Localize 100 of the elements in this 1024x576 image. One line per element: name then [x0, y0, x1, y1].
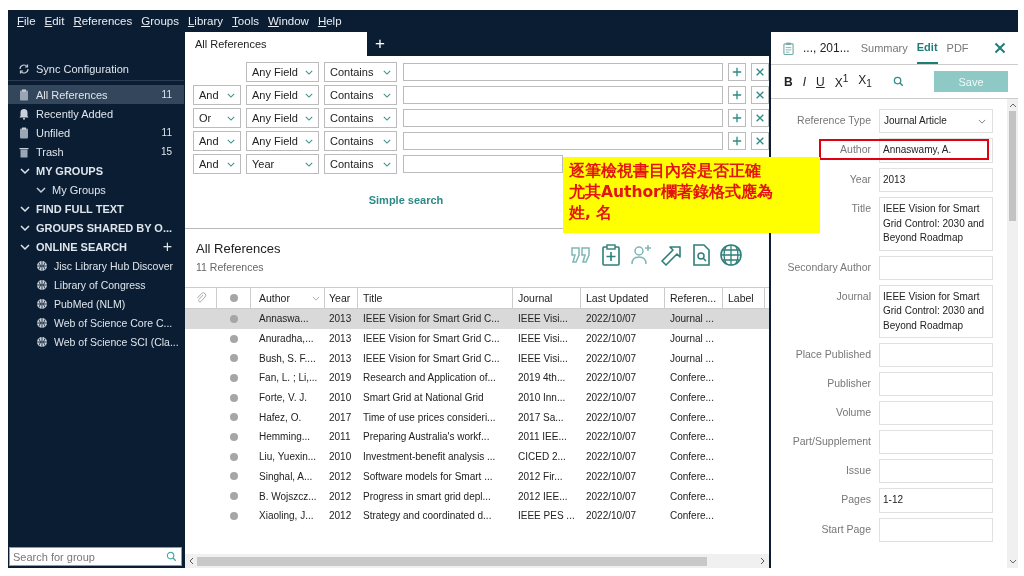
section-header[interactable]: ONLINE SEARCH +: [8, 237, 184, 256]
scroll-down-icon[interactable]: [1008, 559, 1017, 565]
panel-tab[interactable]: PDF: [946, 32, 969, 64]
text-field[interactable]: [879, 401, 993, 425]
search-input[interactable]: [403, 86, 723, 104]
text-field[interactable]: [879, 255, 993, 280]
online-source[interactable]: Web of Science SCI (Cla...: [8, 332, 184, 351]
field-dropdown[interactable]: Any Field: [246, 62, 319, 82]
text-field[interactable]: [879, 372, 993, 396]
menu-item[interactable]: Window: [267, 15, 309, 27]
column-header[interactable]: Label: [723, 288, 765, 308]
format-button[interactable]: U: [813, 74, 828, 89]
text-area[interactable]: IEEE Vision for Smart Grid Control: 2030 and Beyond Roadmap: [879, 197, 993, 251]
text-field[interactable]: [879, 343, 993, 367]
remove-row-button[interactable]: [751, 63, 769, 81]
scroll-thumb[interactable]: [197, 556, 707, 566]
clipboard-add-icon[interactable]: [599, 243, 623, 267]
section-header[interactable]: GROUPS SHARED BY O...: [8, 218, 184, 237]
add-person-icon[interactable]: [629, 243, 653, 267]
sidebar-item[interactable]: Trash 15: [8, 142, 184, 161]
menu-item[interactable]: Groups: [141, 15, 179, 27]
table-row[interactable]: Annaswa... 2013 IEEE Vision for Smart Grid C... IEEE Visi... 2022/10/07 Journal ...: [185, 309, 769, 329]
arrow-icon[interactable]: [659, 243, 683, 267]
scroll-left-icon[interactable]: [188, 557, 194, 565]
add-button[interactable]: +: [162, 238, 172, 255]
sidebar-item[interactable]: Unfiled 11: [8, 123, 184, 142]
remove-row-button[interactable]: [751, 86, 769, 104]
column-header[interactable]: Title: [358, 288, 513, 308]
globe-icon[interactable]: [719, 243, 743, 267]
scroll-thumb[interactable]: [1009, 111, 1016, 221]
operator-dropdown[interactable]: Contains: [324, 131, 397, 151]
search-input[interactable]: [403, 155, 563, 173]
section-header[interactable]: FIND FULL TEXT: [8, 199, 184, 218]
add-row-button[interactable]: [728, 132, 746, 150]
group-item[interactable]: My Groups: [8, 180, 184, 199]
text-field[interactable]: [879, 459, 993, 483]
boolean-dropdown[interactable]: And: [193, 85, 241, 105]
table-row[interactable]: Hafez, O. 2017 Time of use prices consideri... 2017 Sa... 2022/10/07 Confere...: [185, 407, 769, 428]
online-source[interactable]: Web of Science Core C...: [8, 313, 184, 332]
sidebar-item[interactable]: Recently Added: [8, 104, 184, 123]
search-input[interactable]: [403, 63, 723, 81]
format-button[interactable]: X$^{1}$: [831, 73, 852, 90]
panel-tab[interactable]: Summary: [860, 32, 908, 64]
field-dropdown[interactable]: Year: [246, 154, 319, 174]
scroll-up-icon[interactable]: [1008, 102, 1017, 108]
add-row-button[interactable]: [728, 63, 746, 81]
table-row[interactable]: Fan, L. ; Li,... 2019 Research and Application of... 2019 4th... 2022/10/07 Confere...: [185, 368, 769, 388]
new-tab-button[interactable]: +: [367, 34, 393, 54]
boolean-dropdown[interactable]: Or: [193, 108, 241, 128]
online-source[interactable]: PubMed (NLM): [8, 294, 184, 313]
text-area[interactable]: IEEE Vision for Smart Grid Control: 2030 and Beyond Roadmap: [879, 284, 993, 338]
search-icon[interactable]: [892, 76, 904, 87]
text-field[interactable]: 1-12: [879, 488, 993, 513]
panel-tab[interactable]: Edit: [916, 32, 938, 64]
field-dropdown[interactable]: Any Field: [246, 108, 319, 128]
text-field[interactable]: [879, 430, 993, 454]
text-field[interactable]: 2013: [879, 167, 993, 192]
sidebar-item[interactable]: All References 11: [8, 85, 184, 104]
text-field[interactable]: Annaswamy, A.: [879, 138, 993, 163]
text-field[interactable]: [879, 517, 993, 542]
search-input[interactable]: [403, 132, 723, 150]
table-row[interactable]: Singhal, A... 2012 Software models for Smart ... 2012 Fir... 2022/10/07 Confere...: [185, 466, 769, 487]
search-input[interactable]: [403, 109, 723, 127]
remove-row-button[interactable]: [751, 109, 769, 127]
table-row[interactable]: Anuradha,... 2013 IEEE Vision for Smart Grid C... IEEE Visi... 2022/10/07 Journal ...: [185, 328, 769, 349]
add-row-button[interactable]: [728, 86, 746, 104]
column-header[interactable]: Journal: [513, 288, 581, 308]
table-row[interactable]: B. Wojszcz... 2012 Progress in smart grid depl... 2012 IEE... 2022/10/07 Confere...: [185, 486, 769, 506]
reference-type-dropdown[interactable]: Journal Article: [879, 109, 993, 133]
table-row[interactable]: Liu, Yuexin... 2010 Investment-benefit analysis ... CICED 2... 2022/10/07 Confere...: [185, 446, 769, 467]
simple-search-link[interactable]: Simple search: [368, 194, 444, 206]
close-icon[interactable]: [994, 42, 1006, 54]
field-dropdown[interactable]: Any Field: [246, 131, 319, 151]
group-search-field[interactable]: Search for group: [9, 547, 182, 566]
operator-dropdown[interactable]: Contains: [324, 108, 397, 128]
menu-item[interactable]: References: [73, 15, 133, 27]
format-button[interactable]: B: [781, 74, 796, 89]
field-dropdown[interactable]: Any Field: [246, 85, 319, 105]
menu-item[interactable]: File: [17, 15, 36, 27]
horizontal-scrollbar[interactable]: [185, 554, 769, 568]
tab[interactable]: All References: [185, 32, 367, 56]
format-button[interactable]: X$_{1}$: [855, 73, 875, 90]
menu-item[interactable]: Tools: [232, 15, 259, 27]
table-row[interactable]: Xiaoling, J... 2012 Strategy and coordinated d... IEEE PES ... 2022/10/07 Confere...: [185, 505, 769, 526]
table-row[interactable]: Forte, V. J. 2010 Smart Grid at National Grid 2010 Inn... 2022/10/07 Confere...: [185, 387, 769, 408]
column-header[interactable]: Year: [325, 288, 358, 308]
scroll-right-icon[interactable]: [760, 557, 766, 565]
online-source[interactable]: Jisc Library Hub Discover: [8, 256, 184, 275]
operator-dropdown[interactable]: Contains: [324, 62, 397, 82]
table-row[interactable]: Bush, S. F.... 2013 IEEE Vision for Smart Grid C... IEEE Visi... 2022/10/07 Journal ...: [185, 348, 769, 369]
format-button[interactable]: I: [799, 74, 809, 89]
column-header[interactable]: Referen...: [665, 288, 723, 308]
column-header[interactable]: Last Updated: [581, 288, 665, 308]
table-row[interactable]: Hemming... 2011 Preparing Australia's workf... 2011 IEE... 2022/10/07 Confere...: [185, 427, 769, 447]
online-source[interactable]: Library of Congress: [8, 275, 184, 294]
vertical-scrollbar[interactable]: [1007, 99, 1018, 568]
boolean-dropdown[interactable]: And: [193, 154, 241, 174]
section-header[interactable]: MY GROUPS: [8, 161, 184, 180]
add-row-button[interactable]: [728, 109, 746, 127]
sync-item[interactable]: Sync Configuration: [8, 58, 184, 81]
